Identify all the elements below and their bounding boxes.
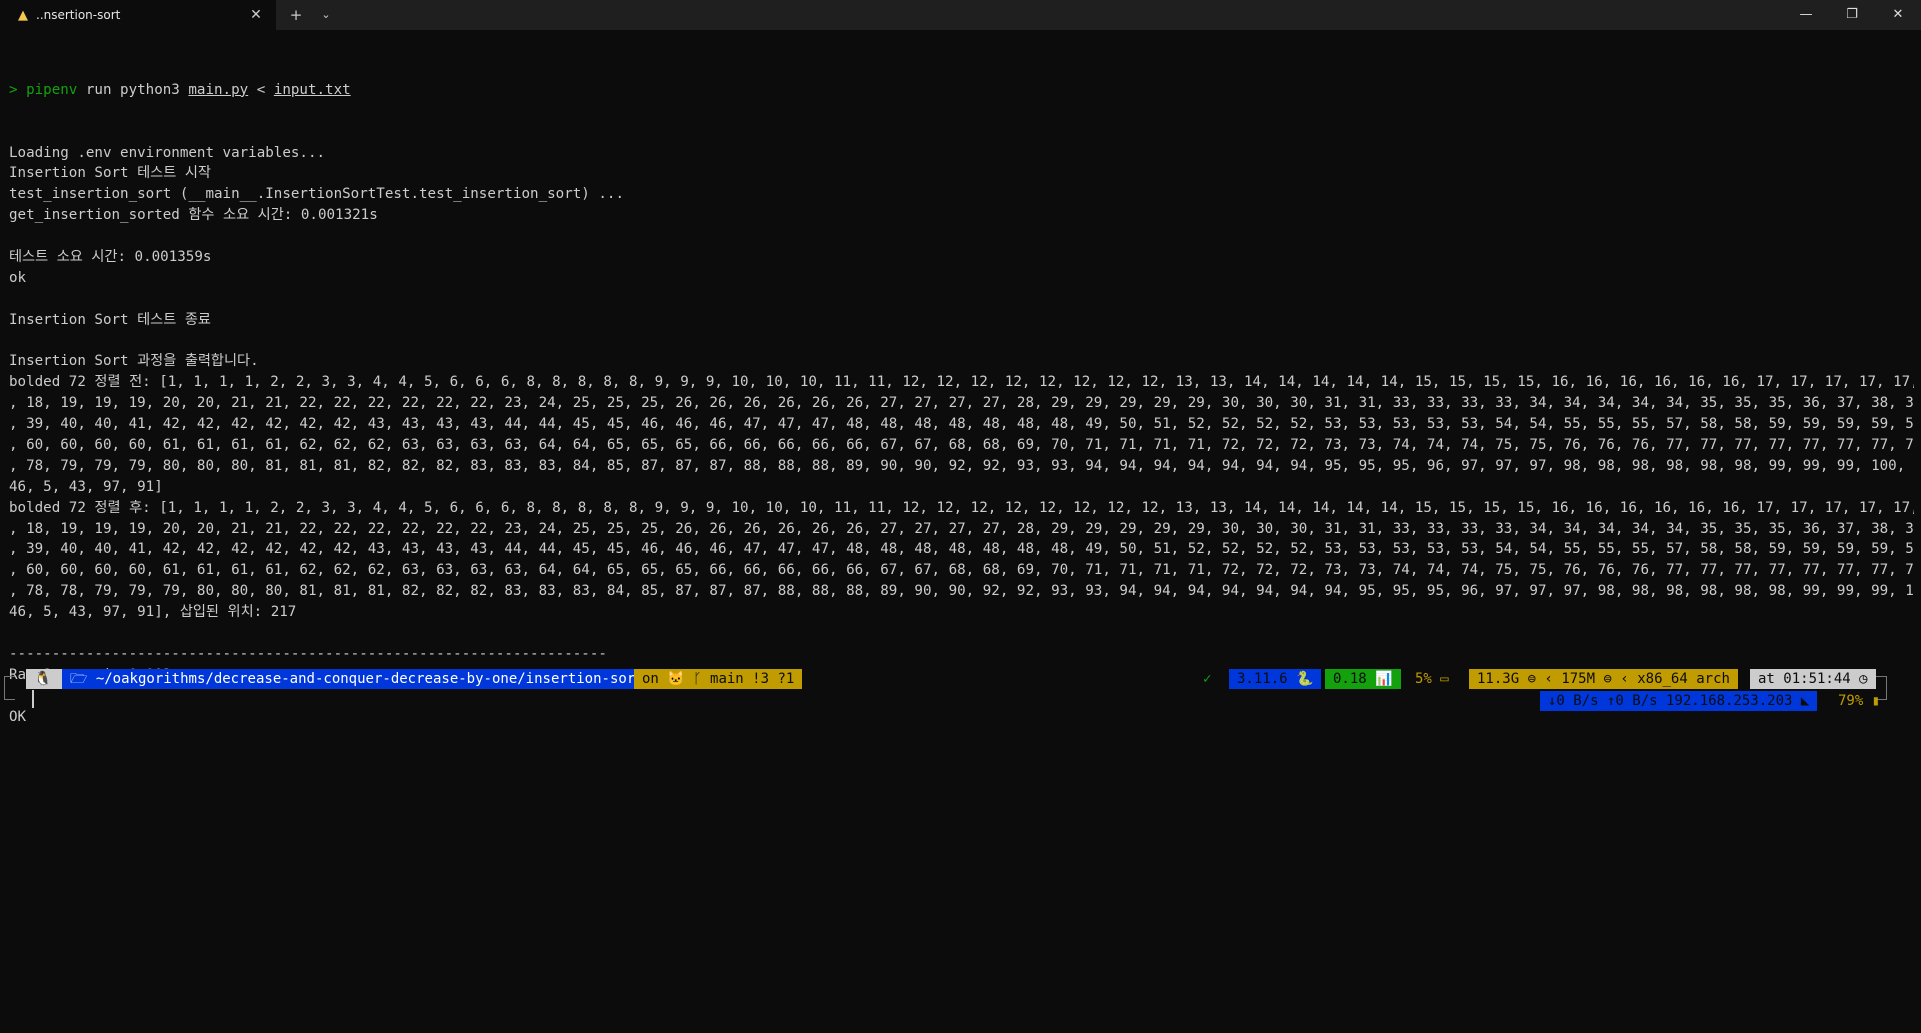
python-version: 3.11.6: [1237, 671, 1288, 687]
output-line: 46, 5, 43, 97, 91], 삽입된 위치: 217: [9, 604, 297, 621]
terminal-tab[interactable]: ▲ ..nsertion-sort ✕: [0, 0, 276, 30]
prompt-line-2: ↓0 B/s ↑0 B/s 192.168.253.203 ◣ 79% ▮: [9, 689, 1899, 711]
battery-segment: 79% ▮: [1830, 691, 1888, 711]
network-stats: ↓0 B/s ↑0 B/s 192.168.253.203: [1548, 693, 1793, 709]
ram-usage: 11.3G: [1477, 671, 1520, 687]
github-icon: 🐱: [667, 671, 685, 687]
output-line: bolded 72 정렬 후: [1, 1, 1, 1, 2, 2, 3, 3,…: [9, 499, 1914, 516]
output-line: ok: [9, 269, 27, 286]
text-cursor: [32, 690, 34, 708]
ram-icon: ⊜: [1527, 671, 1537, 687]
swap-icon: ⊜: [1603, 671, 1612, 687]
output-line: bolded 72 정렬 전: [1, 1, 1, 1, 2, 2, 3, 3,…: [9, 374, 1914, 391]
command-redirect: <: [248, 81, 274, 98]
os-segment: 🐧: [26, 669, 62, 689]
command-line: > pipenv run python3 main.py < input.txt: [9, 80, 1914, 101]
output-lines: Loading .env environment variables... Ins…: [9, 143, 1914, 728]
output-line: , 39, 40, 40, 41, 42, 42, 42, 42, 42, 42…: [9, 541, 1914, 558]
output-line: , 78, 78, 79, 79, 79, 80, 80, 80, 81, 81…: [9, 583, 1914, 600]
path-segment: 🗁 ~/oakgorithms/decrease-and-conquer-dec…: [62, 669, 652, 689]
load-chart-icon: 📊: [1375, 671, 1393, 687]
window-controls: — ❐ ✕: [1783, 0, 1921, 30]
output-line: , 60, 60, 60, 60, 61, 61, 61, 61, 62, 62…: [9, 436, 1914, 453]
output-line: test_insertion_sort (__main__.InsertionS…: [9, 186, 624, 203]
load-segment: 0.18 📊: [1325, 669, 1401, 689]
tab-title: ..nsertion-sort: [36, 8, 121, 22]
output-line: Insertion Sort 테스트 종료: [9, 311, 211, 328]
terminal-output[interactable]: > pipenv run python3 main.py < input.txt…: [9, 38, 1914, 748]
prompt-line: 🐧 🗁 ~/oakgorithms/decrease-and-conquer-d…: [9, 667, 1899, 689]
close-window-button[interactable]: ✕: [1875, 0, 1921, 30]
arch-label: x86_64 arch: [1637, 671, 1730, 687]
minimize-button[interactable]: —: [1783, 0, 1829, 30]
prompt-symbol: >: [9, 81, 18, 98]
output-line: , 18, 19, 19, 19, 20, 20, 21, 21, 22, 22…: [9, 395, 1914, 412]
maximize-button[interactable]: ❐: [1829, 0, 1875, 30]
linux-icon: 🐧: [34, 671, 52, 687]
output-line: , 39, 40, 40, 41, 42, 42, 42, 42, 42, 42…: [9, 416, 1914, 433]
linux-penguin-icon: ▲: [18, 7, 28, 23]
python-segment: 3.11.6 🐍: [1229, 669, 1322, 689]
status-ok: ✓: [1203, 671, 1212, 687]
clock-time: at 01:51:44: [1758, 671, 1851, 687]
current-path: ~/oakgorithms/decrease-and-conquer-decre…: [95, 671, 644, 687]
cpu-icon: ▭: [1440, 671, 1449, 687]
battery-icon: ▮: [1871, 693, 1881, 709]
cpu-segment: 5% ▭: [1407, 669, 1457, 689]
git-on-label: on: [642, 671, 659, 687]
command-file-input[interactable]: input.txt: [274, 82, 351, 98]
cpu-usage: 5%: [1415, 671, 1432, 687]
folder-icon: 🗁: [70, 671, 88, 687]
output-line: Insertion Sort 테스트 시작: [9, 165, 211, 182]
git-branch-icon: ᚴ: [693, 671, 702, 687]
output-line: , 18, 19, 19, 19, 20, 20, 21, 21, 22, 22…: [9, 520, 1914, 537]
ram-segment: 11.3G ⊜ ‹ 175M ⊜ ‹ x86_64 arch: [1469, 669, 1738, 689]
tab-close-icon[interactable]: ✕: [246, 7, 266, 23]
output-line: Loading .env environment variables...: [9, 144, 326, 161]
output-line: get_insertion_sorted 함수 소요 시간: 0.001321s: [9, 207, 378, 224]
output-line: , 78, 79, 79, 79, 80, 80, 80, 81, 81, 81…: [9, 457, 1914, 474]
title-bar: ▲ ..nsertion-sort ✕ + ⌄ — ❐ ✕: [0, 0, 1921, 30]
output-line: , 60, 60, 60, 60, 61, 61, 61, 61, 62, 62…: [9, 562, 1914, 579]
output-line: ----------------------------------------…: [9, 645, 607, 662]
command-file-main[interactable]: main.py: [188, 82, 248, 98]
command-program: pipenv: [17, 81, 78, 98]
battery-level: 79%: [1838, 693, 1864, 709]
tab-dropdown-icon[interactable]: ⌄: [316, 0, 336, 30]
output-line: 테스트 소요 시간: 0.001359s: [9, 248, 212, 265]
command-args: run python3: [77, 81, 189, 98]
swap-usage: 175M: [1561, 671, 1596, 687]
network-segment: ↓0 B/s ↑0 B/s 192.168.253.203 ◣: [1540, 691, 1818, 711]
time-segment: at 01:51:44 ◷: [1750, 669, 1876, 689]
output-line: 46, 5, 43, 97, 91]: [9, 478, 163, 495]
python-icon: 🐍: [1296, 671, 1314, 687]
output-line: Insertion Sort 과정을 출력합니다.: [9, 353, 259, 370]
load-average: 0.18: [1333, 671, 1367, 687]
wifi-icon: ◣: [1800, 693, 1810, 709]
git-segment: on 🐱 ᚴ main !3 ?1: [634, 669, 803, 689]
new-tab-button[interactable]: +: [276, 0, 316, 30]
clock-icon: ◷: [1859, 671, 1868, 687]
git-branch: main !3 ?1: [710, 671, 795, 687]
